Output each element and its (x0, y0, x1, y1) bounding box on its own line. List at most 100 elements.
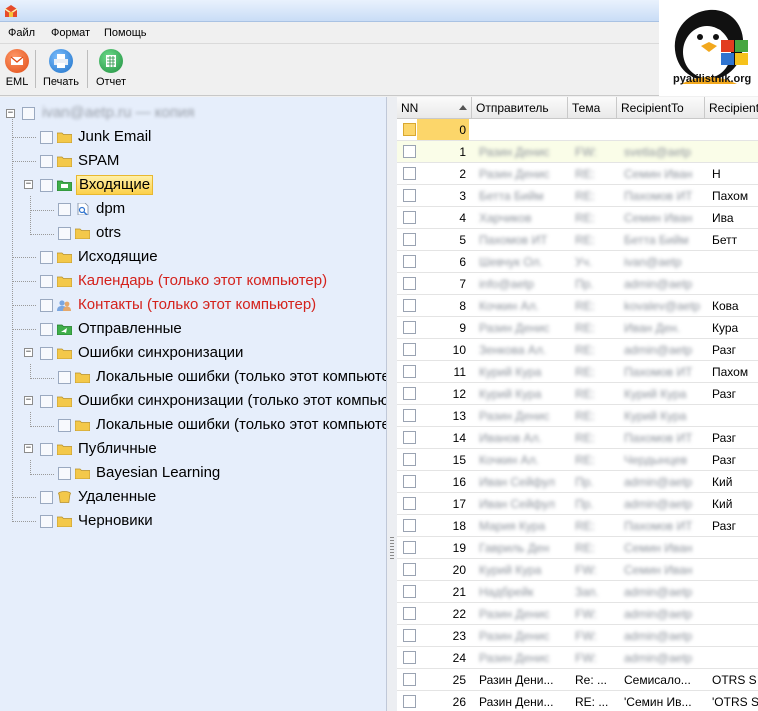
tree-checkbox[interactable] (40, 155, 53, 168)
tree-checkbox[interactable] (40, 515, 53, 528)
tree-checkbox[interactable] (22, 107, 35, 120)
tree-guide (30, 364, 31, 379)
cell-sender: Разин Дени... (479, 673, 554, 687)
table-row[interactable]: 2 Разин Денис RE: Семин Иван Н (397, 163, 758, 185)
tree-checkbox[interactable] (58, 371, 71, 384)
row-checkbox[interactable] (403, 145, 416, 158)
tree-guide (30, 196, 31, 235)
pane-splitter[interactable] (387, 97, 397, 711)
table-row[interactable]: 8 Кочкин Ал. RE: kovalev@aetp Кова (397, 295, 758, 317)
column-header-subject[interactable]: Тема (568, 97, 617, 119)
menu-help[interactable]: Помощь (104, 27, 147, 39)
table-row[interactable]: 22 Разин Денис FW: admin@aetp (397, 603, 758, 625)
tree-checkbox[interactable] (40, 395, 53, 408)
table-row[interactable]: 18 Мария Кура RE: Пахомов ИТ Разг (397, 515, 758, 537)
menu-file[interactable]: Файл (8, 27, 35, 39)
collapse-toggle[interactable]: − (24, 180, 33, 189)
table-row[interactable]: 5 Пахомов ИТ RE: Бетта Бийм Бетт (397, 229, 758, 251)
row-checkbox[interactable] (403, 255, 416, 268)
tree-guide (30, 234, 54, 235)
cell-recipient: Разг (712, 453, 737, 467)
table-row[interactable]: 24 Разин Денис FW: admin@aetp (397, 647, 758, 669)
row-checkbox[interactable] (403, 211, 416, 224)
row-checkbox[interactable] (403, 695, 416, 708)
menu-format[interactable]: Формат (51, 27, 90, 39)
row-checkbox[interactable] (403, 453, 416, 466)
eml-button[interactable]: EML (4, 47, 30, 93)
row-checkbox[interactable] (403, 497, 416, 510)
row-checkbox[interactable] (403, 167, 416, 180)
table-row[interactable]: 6 Шевчук Ол. Уч. ivan@aetp (397, 251, 758, 273)
row-checkbox[interactable] (403, 673, 416, 686)
row-checkbox[interactable] (403, 277, 416, 290)
row-checkbox[interactable] (403, 651, 416, 664)
collapse-toggle[interactable]: − (24, 444, 33, 453)
report-button[interactable]: Отчет (93, 47, 129, 93)
column-header-recipient[interactable]: Recipient (705, 97, 758, 119)
table-row[interactable]: 9 Разин Денис RE: Иван Ден. Кура (397, 317, 758, 339)
row-checkbox[interactable] (403, 343, 416, 356)
cell-recipient-to: Семин Иван (624, 211, 693, 225)
folder-icon (75, 468, 90, 479)
row-checkbox[interactable] (403, 321, 416, 334)
table-row[interactable]: 17 Иван Сейфул Пр. admin@aetp Кий (397, 493, 758, 515)
table-row[interactable]: 4 Харчиков RE: Семин Иван Ива (397, 207, 758, 229)
row-checkbox[interactable] (403, 365, 416, 378)
tree-checkbox[interactable] (40, 491, 53, 504)
column-header-recipient-to[interactable]: RecipientTo (617, 97, 705, 119)
table-row[interactable]: 12 Курий Кура RE: Курий Кура Разг (397, 383, 758, 405)
row-checkbox[interactable] (403, 629, 416, 642)
table-row[interactable]: 1 Разин Денис FW: svetla@aetp (397, 141, 758, 163)
tree-checkbox[interactable] (58, 227, 71, 240)
table-row[interactable]: 20 Курий Кура FW: Семин Иван (397, 559, 758, 581)
tree-checkbox[interactable] (58, 203, 71, 216)
row-checkbox[interactable] (403, 233, 416, 246)
column-header-from[interactable]: Отправитель (472, 97, 568, 119)
print-button[interactable]: Печать (41, 47, 81, 93)
row-checkbox[interactable] (403, 607, 416, 620)
table-row[interactable]: 26 Разин Дени... RE: ... 'Семин Ив... 'OTRS … (397, 691, 758, 711)
table-row[interactable]: 19 Гавриль Ден RE: Семин Иван (397, 537, 758, 559)
row-checkbox[interactable] (403, 431, 416, 444)
tree-guide (30, 460, 31, 475)
splitter-grip-icon[interactable] (390, 537, 394, 561)
table-row[interactable]: 21 Надбрейк Зап. admin@aetp (397, 581, 758, 603)
cell-subject: RE: (575, 453, 596, 467)
tree-checkbox[interactable] (40, 443, 53, 456)
tree-checkbox[interactable] (40, 347, 53, 360)
tree-checkbox[interactable] (58, 419, 71, 432)
table-row[interactable]: 16 Иван Сейфул Пр. admin@aetp Кий (397, 471, 758, 493)
row-checkbox[interactable] (403, 189, 416, 202)
table-row[interactable]: 14 Иванов Ал. RE: Пахомов ИТ Разг (397, 427, 758, 449)
collapse-toggle[interactable]: − (24, 396, 33, 405)
table-row[interactable]: 0 (397, 119, 758, 141)
tree-checkbox[interactable] (40, 323, 53, 336)
collapse-toggle[interactable]: − (6, 109, 15, 118)
row-checkbox[interactable] (403, 409, 416, 422)
tree-checkbox[interactable] (40, 275, 53, 288)
row-checkbox[interactable] (403, 299, 416, 312)
row-checkbox[interactable] (403, 585, 416, 598)
column-header-nn[interactable]: NN (397, 97, 472, 119)
table-row[interactable]: 7 info@aetp Пр. admin@aetp (397, 273, 758, 295)
tree-checkbox[interactable] (40, 251, 53, 264)
table-row[interactable]: 23 Разин Денис FW: admin@aetp (397, 625, 758, 647)
table-row[interactable]: 11 Курий Кура RE: Пахомов ИТ Пахом (397, 361, 758, 383)
table-row[interactable]: 25 Разин Дени... Re: ... Семисало... OTRS S (397, 669, 758, 691)
table-row[interactable]: 13 Разин Денис RE: Курий Кура (397, 405, 758, 427)
row-checkbox[interactable] (403, 123, 416, 136)
table-row[interactable]: 3 Бетта Бийм RE: Пахомов ИТ Пахом (397, 185, 758, 207)
row-checkbox[interactable] (403, 563, 416, 576)
table-row[interactable]: 10 Зенкова Ал. RE: admin@aetp Разг (397, 339, 758, 361)
collapse-toggle[interactable]: − (24, 348, 33, 357)
row-checkbox[interactable] (403, 475, 416, 488)
tree-checkbox[interactable] (58, 467, 71, 480)
tree-checkbox[interactable] (40, 299, 53, 312)
row-checkbox[interactable] (403, 519, 416, 532)
row-checkbox[interactable] (403, 541, 416, 554)
tree-checkbox[interactable] (40, 131, 53, 144)
tree-checkbox[interactable] (40, 179, 53, 192)
folder-icon (57, 396, 72, 407)
table-row[interactable]: 15 Кочкин Ал. RE: Чердынцев Разг (397, 449, 758, 471)
row-checkbox[interactable] (403, 387, 416, 400)
